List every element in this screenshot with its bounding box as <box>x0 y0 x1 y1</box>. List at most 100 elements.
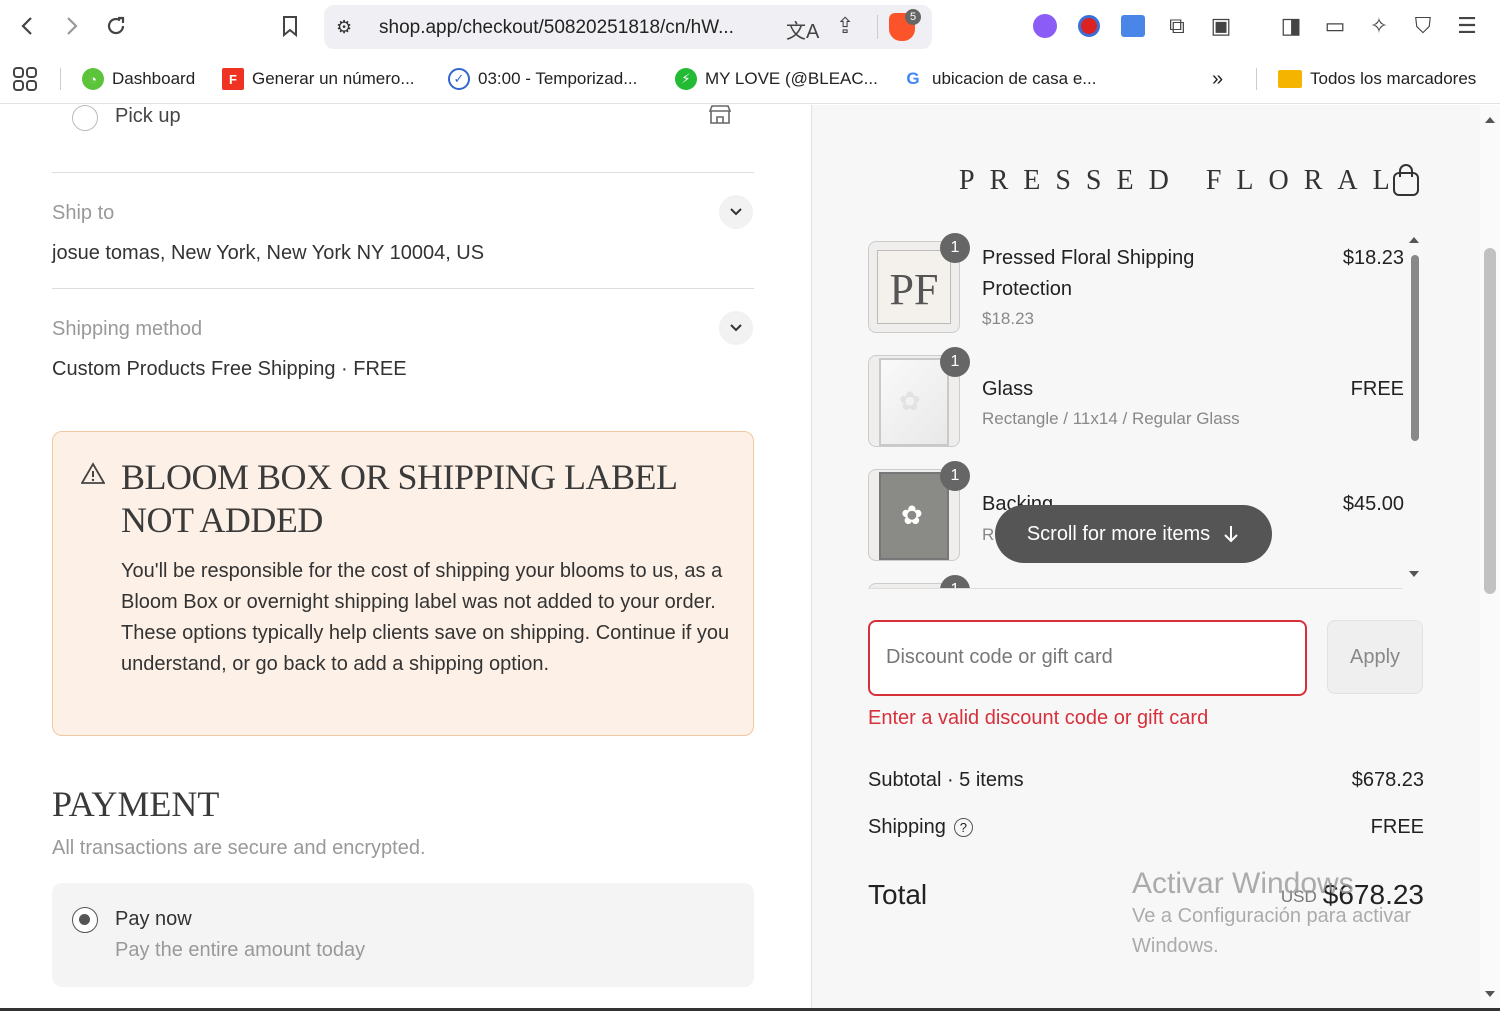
dashboard-favicon: ◔ <box>82 68 104 90</box>
section-divider <box>52 172 754 173</box>
back-icon[interactable] <box>12 10 44 42</box>
extension-bug-icon[interactable] <box>1078 15 1100 37</box>
scroll-down-arrow-icon[interactable] <box>1408 569 1420 579</box>
bookmarks-divider <box>60 68 61 90</box>
browser-toolbar: ⚙ shop.app/checkout/50820251818/cn/hW...… <box>0 0 1500 54</box>
item-quantity-badge: 1 <box>940 347 970 377</box>
discount-error-message: Enter a valid discount code or gift card <box>868 707 1209 729</box>
bookmark-my-love[interactable]: ⚡ MY LOVE (@BLEAC... <box>675 66 878 92</box>
scroll-for-more-button[interactable]: Scroll for more items <box>995 505 1272 563</box>
notice-title: BLOOM BOX OR SHIPPING LABEL NOT ADDED <box>121 457 677 540</box>
scroll-up-arrow-icon[interactable] <box>1408 235 1420 245</box>
order-summary: PRESSED FLORAL PF 1 Pressed Floral Shipp… <box>811 105 1480 1011</box>
pay-now-radio[interactable] <box>72 907 98 933</box>
chevron-down-icon <box>730 208 742 216</box>
bookmark-label: MY LOVE (@BLEAC... <box>705 69 878 88</box>
flower-icon: ✿ <box>899 386 921 416</box>
item-subtext: Rectangle / 11x14 / Regular Glass <box>982 409 1240 428</box>
ship-to-expand-button[interactable] <box>719 195 753 229</box>
share-icon[interactable]: ⇪ <box>836 13 854 39</box>
reader-mode-icon[interactable]: ▣ <box>1207 12 1235 40</box>
bookmark-generar-numero[interactable]: F Generar un número... <box>222 66 415 92</box>
subtotal-label: Subtotal · 5 items <box>868 769 1024 791</box>
item-subtext: R <box>982 525 995 544</box>
items-divider <box>868 588 1402 589</box>
more-bookmarks-button[interactable]: » <box>1212 66 1223 92</box>
apply-button[interactable]: Apply <box>1327 620 1423 694</box>
item-quantity-badge: 1 <box>940 461 970 491</box>
notice-body: You'll be responsible for the cost of sh… <box>121 560 730 675</box>
address-bar[interactable]: ⚙ shop.app/checkout/50820251818/cn/hW...… <box>324 5 932 49</box>
translate-icon[interactable]: 文A <box>786 15 819 44</box>
timer-favicon: ✓ <box>448 68 470 90</box>
subtotal-value: $678.23 <box>1351 769 1424 791</box>
item-name: Pressed Floral Shipping Protection <box>982 247 1195 300</box>
leo-ai-icon[interactable]: ✧ <box>1365 12 1393 40</box>
store-icon <box>708 105 732 130</box>
pf-logo-text: PF <box>889 265 939 314</box>
ship-to-label: Ship to <box>52 202 115 224</box>
site-settings-icon[interactable]: ⚙ <box>336 17 352 38</box>
bookmarks-bar: ◔ Dashboard F Generar un número... ✓ 03:… <box>0 54 1500 104</box>
whatsapp-favicon: ⚡ <box>675 68 697 90</box>
arrow-down-icon <box>1224 526 1238 543</box>
bookmark-temporizador[interactable]: ✓ 03:00 - Temporizad... <box>448 66 637 92</box>
bookmarks-divider <box>1256 68 1257 90</box>
bookmark-ubicacion[interactable]: G ubicacion de casa e... <box>902 66 1096 92</box>
bookmark-icon[interactable] <box>274 10 306 42</box>
google-translate-icon[interactable] <box>1121 15 1145 37</box>
pay-now-label: Pay now <box>115 908 192 930</box>
items-scrollbar[interactable] <box>1406 233 1422 589</box>
item-name: Glass <box>982 378 1034 400</box>
item-quantity-badge: 1 <box>940 575 970 589</box>
cart-bag-icon[interactable] <box>1392 163 1420 197</box>
section-divider <box>52 288 754 289</box>
discount-field[interactable] <box>868 620 1307 696</box>
all-bookmarks-folder[interactable]: Todos los marcadores <box>1278 66 1476 92</box>
pickup-radio[interactable] <box>72 105 98 131</box>
item-price: FREE <box>1350 378 1404 400</box>
page-scrollbar-thumb[interactable] <box>1484 248 1496 594</box>
apps-grid-icon[interactable] <box>12 66 38 92</box>
reload-icon[interactable] <box>100 10 132 42</box>
folder-icon <box>1278 70 1302 88</box>
ship-to-address: josue tomas, New York, New York NY 10004… <box>52 242 485 264</box>
checkout-form: Pick up Ship to josue tomas, New York, N… <box>0 105 810 1011</box>
shipping-method-value: Custom Products Free Shipping · FREE <box>52 358 407 380</box>
shipping-method-label: Shipping method <box>52 318 203 340</box>
pay-now-sub: Pay the entire amount today <box>115 939 366 961</box>
wallet-icon[interactable]: ▭ <box>1321 12 1349 40</box>
bookmark-dashboard[interactable]: ◔ Dashboard <box>82 66 195 92</box>
item-price: $18.23 <box>1342 247 1404 269</box>
windows-activation-watermark: Activar Windows <box>1132 867 1354 900</box>
flower-icon: ✿ <box>901 500 923 530</box>
extension-purple-icon[interactable] <box>1033 14 1057 38</box>
page-scroll-down-icon[interactable] <box>1484 989 1496 999</box>
shipping-method-expand-button[interactable] <box>719 311 753 345</box>
extensions-puzzle-icon[interactable]: ⧉ <box>1163 12 1191 40</box>
warning-icon <box>81 462 105 484</box>
items-scrollbar-thumb[interactable] <box>1411 255 1419 441</box>
item-subtext: $18.23 <box>982 309 1034 328</box>
bookmark-label: Dashboard <box>112 69 196 88</box>
google-favicon: G <box>902 68 924 90</box>
page-scrollbar[interactable] <box>1480 105 1500 1011</box>
generar-favicon: F <box>222 68 244 90</box>
shipping-row: Shipping? <box>868 816 973 839</box>
menu-icon[interactable]: ☰ <box>1453 12 1481 40</box>
payment-subtitle: All transactions are secure and encrypte… <box>52 837 426 859</box>
brand-logo[interactable]: PRESSED FLORAL <box>959 165 1405 197</box>
discount-input[interactable] <box>886 646 1286 669</box>
total-label: Total <box>868 879 928 910</box>
chevron-down-icon <box>730 324 742 332</box>
item-price: $45.00 <box>1342 493 1404 515</box>
item-quantity-badge: 1 <box>940 233 970 263</box>
sidebar-icon[interactable]: ◨ <box>1277 12 1305 40</box>
pay-now-option[interactable]: Pay now Pay the entire amount today <box>52 883 754 987</box>
page-scroll-up-icon[interactable] <box>1484 115 1496 125</box>
help-icon[interactable]: ? <box>953 818 973 837</box>
bookmark-label: ubicacion de casa e... <box>932 69 1097 88</box>
url-text[interactable]: shop.app/checkout/50820251818/cn/hW... <box>379 17 734 39</box>
forward-icon[interactable] <box>55 10 87 42</box>
vpn-shield-icon[interactable]: ⛉ <box>1409 12 1437 40</box>
